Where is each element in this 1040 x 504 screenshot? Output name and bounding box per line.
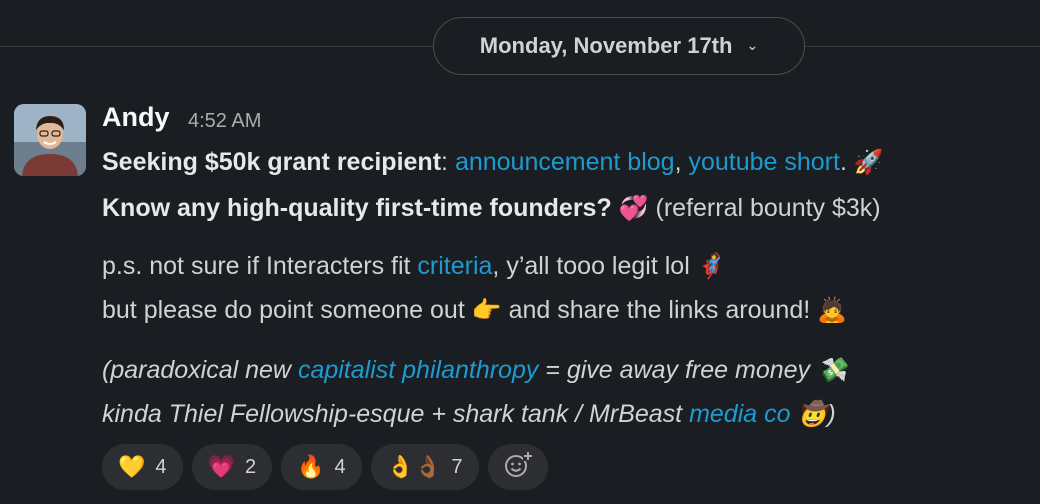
- two-hearts-emoji: 💞: [618, 194, 649, 222]
- reaction-ok-hand[interactable]: 👌👌🏾 7: [370, 444, 479, 490]
- message-line-1: Seeking $50k grant recipient: announceme…: [102, 148, 884, 176]
- ok-hand-icon: 👌👌🏾: [386, 454, 442, 480]
- fire-icon: 🔥: [297, 454, 325, 480]
- media-co-link[interactable]: media co: [689, 400, 790, 428]
- reaction-count: 2: [244, 455, 257, 478]
- chevron-down-icon: ⌄: [746, 36, 759, 53]
- add-reaction-icon: [503, 450, 533, 485]
- reaction-heart[interactable]: 💗 2: [191, 444, 273, 490]
- reaction-fire[interactable]: 🔥 4: [281, 444, 362, 490]
- message-line-4: but please do point someone out 👉 and sh…: [102, 296, 848, 324]
- bowing-person-emoji: 🙇: [817, 296, 848, 324]
- cowboy-emoji: 🤠: [797, 400, 828, 428]
- add-reaction-button[interactable]: [487, 444, 548, 490]
- message-timestamp[interactable]: 4:52 AM: [188, 110, 261, 133]
- capitalist-philanthropy-link[interactable]: capitalist philanthropy: [298, 356, 538, 384]
- heart-icon: 💗: [207, 454, 235, 480]
- avatar[interactable]: [14, 104, 86, 176]
- reaction-count: 4: [155, 455, 167, 478]
- date-label: Monday, November 17th: [479, 33, 733, 58]
- superhero-emoji: 🦸: [696, 252, 727, 280]
- message-line-6: kinda Thiel Fellowship-esque + shark tan…: [102, 400, 836, 428]
- message-line-3: p.s. not sure if Interacters fit criteri…: [102, 252, 727, 280]
- bold-text: Know any high-quality first-time founder…: [102, 194, 612, 222]
- bold-text: Seeking $50k grant recipient: [102, 148, 442, 176]
- money-with-wings-emoji: 💸: [816, 356, 847, 384]
- reaction-yellow-heart[interactable]: 💛 4: [102, 444, 183, 490]
- announcement-blog-link[interactable]: announcement blog: [455, 148, 675, 176]
- message-line-5: (paradoxical new capitalist philanthropy…: [102, 356, 847, 384]
- reaction-count: 4: [334, 455, 346, 478]
- message-line-2: Know any high-quality first-time founder…: [102, 194, 881, 222]
- pointing-right-emoji: 👉: [471, 296, 502, 324]
- reactions-bar: 💛 4 💗 2 🔥 4 👌👌🏾 7: [102, 444, 548, 490]
- criteria-link[interactable]: criteria: [417, 252, 492, 280]
- author-name[interactable]: Andy: [102, 102, 170, 133]
- rocket-emoji: 🚀: [853, 148, 884, 176]
- youtube-short-link[interactable]: youtube short: [688, 148, 840, 176]
- date-divider-button[interactable]: Monday, November 17th ⌄: [433, 17, 805, 75]
- reaction-count: 7: [451, 455, 463, 478]
- yellow-heart-icon: 💛: [118, 454, 146, 480]
